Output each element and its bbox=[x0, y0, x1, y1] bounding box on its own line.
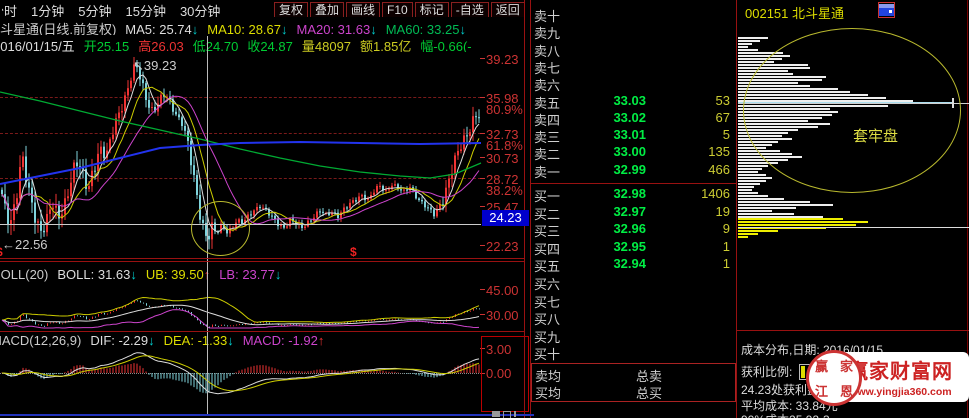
profile-peak-tick bbox=[952, 98, 954, 108]
profile-bar bbox=[738, 189, 752, 191]
current-price-line bbox=[738, 227, 969, 228]
high-price-annotation: ↖39.23 bbox=[133, 58, 176, 74]
profile-bar bbox=[738, 49, 758, 51]
chart-canvas bbox=[0, 0, 524, 418]
panel-splitter[interactable] bbox=[0, 258, 524, 259]
seal-char: 恩 bbox=[840, 381, 853, 400]
profile-bar bbox=[738, 186, 754, 188]
stock-code: 002151 bbox=[745, 6, 788, 21]
order-book-divider bbox=[531, 183, 736, 184]
axis-tick bbox=[480, 178, 485, 179]
bottom-edge-fragment bbox=[492, 411, 522, 418]
profile-bar bbox=[738, 198, 784, 200]
price-axis-label: 80.9% bbox=[486, 102, 523, 117]
axis-tick bbox=[480, 289, 485, 290]
price-axis-label: 38.2% bbox=[486, 183, 523, 198]
panel-splitter[interactable] bbox=[0, 261, 524, 262]
macd-axis-selection-box bbox=[481, 336, 529, 412]
profile-bar bbox=[738, 233, 758, 235]
profile-bar bbox=[738, 171, 758, 173]
boll-axis-label: 30.00 bbox=[486, 308, 519, 323]
profile-bar bbox=[738, 201, 810, 203]
profile-bar bbox=[738, 218, 843, 220]
trapped-chips-label: 套牢盘 bbox=[853, 125, 898, 146]
bid-row-10-label: 买十 bbox=[534, 344, 560, 363]
price-axis-label: 30.73 bbox=[486, 151, 519, 166]
profile-bar bbox=[738, 37, 768, 39]
profile-bar bbox=[738, 168, 762, 170]
axis-tick bbox=[480, 314, 485, 315]
price-axis-label: 22.23 bbox=[486, 239, 519, 254]
profile-bar bbox=[738, 204, 833, 206]
axis-tick bbox=[480, 58, 485, 59]
profile-bar bbox=[738, 230, 778, 232]
panel-border bbox=[737, 330, 969, 331]
trading-app-window: 分时1分钟5分钟15分钟30分钟更多 > 复权叠加画线F10标记-自选返回 00… bbox=[0, 0, 969, 418]
boll-axis-label: 45.00 bbox=[486, 283, 519, 298]
seal-char: 赢 bbox=[815, 356, 828, 375]
profile-bar bbox=[738, 210, 772, 212]
profile-bar bbox=[738, 213, 794, 215]
profile-bar bbox=[738, 195, 768, 197]
axis-tick bbox=[480, 206, 485, 207]
profile-bar bbox=[738, 174, 766, 176]
profile-bar bbox=[738, 192, 758, 194]
stock-name: 北斗星通 bbox=[792, 6, 844, 21]
axis-tick bbox=[480, 133, 485, 134]
profile-bar bbox=[738, 46, 748, 48]
order-book-summary: 卖均 总卖 买均 总买 bbox=[531, 363, 736, 402]
price-axis-label: 39.23 bbox=[486, 52, 519, 67]
dividend-marker: $ bbox=[350, 245, 357, 259]
profile-bar bbox=[738, 40, 760, 42]
profile-bar bbox=[738, 221, 868, 223]
profile-bar bbox=[738, 236, 748, 238]
panel-splitter[interactable] bbox=[0, 331, 524, 332]
profile-bar bbox=[738, 183, 760, 185]
axis-tick bbox=[480, 245, 485, 246]
trapped-chips-ellipse bbox=[743, 28, 961, 193]
dividend-marker: $ bbox=[0, 245, 3, 259]
profile-bar bbox=[738, 177, 772, 179]
stock-symbol: 002151 北斗星通 bbox=[745, 3, 844, 22]
profile-bar bbox=[738, 43, 752, 45]
profile-bar bbox=[738, 224, 856, 226]
profit-ratio-label: 获利比例: bbox=[741, 363, 792, 380]
panel-border bbox=[736, 0, 737, 418]
profile-bar bbox=[738, 165, 768, 167]
panel-border bbox=[530, 0, 531, 418]
axis-tick bbox=[480, 157, 485, 158]
cost-range: 90%成本25.92-3 bbox=[741, 411, 830, 418]
bid-row-10: 买十 bbox=[534, 344, 736, 360]
crosshair-price-badge: 24.23 bbox=[482, 210, 529, 226]
bottom-circle-annotation bbox=[191, 201, 250, 256]
buy-avg-label: 买均 bbox=[535, 383, 561, 402]
profit-ratio-fill bbox=[801, 366, 805, 378]
toolbar-icon-group bbox=[878, 2, 915, 20]
profile-bar bbox=[738, 180, 766, 182]
window-splitter-bottom[interactable] bbox=[0, 414, 534, 416]
profile-bar bbox=[738, 207, 796, 209]
total-buy-label: 总买 bbox=[636, 383, 662, 402]
site-seal: 赢家江恩 bbox=[806, 350, 862, 406]
low-price-annotation: ←22.56 bbox=[2, 237, 48, 252]
panel-border bbox=[524, 0, 525, 418]
seal-char: 家 bbox=[840, 356, 853, 375]
axis-tick bbox=[480, 97, 485, 98]
seal-char: 江 bbox=[815, 381, 828, 400]
